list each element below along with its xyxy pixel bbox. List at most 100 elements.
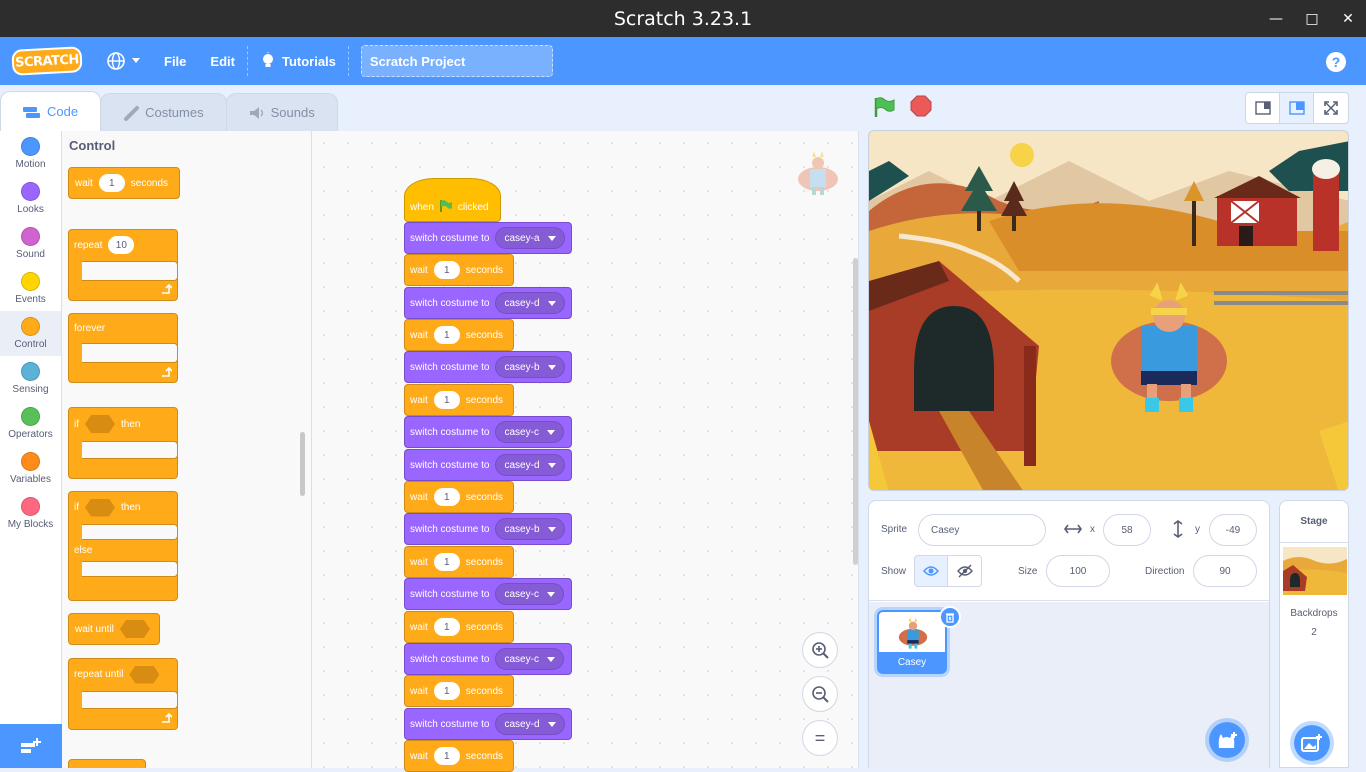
wait-seconds-input[interactable]: 1 [98, 174, 125, 192]
workspace-scrollbar[interactable] [853, 258, 858, 565]
help-icon[interactable]: ? [1326, 52, 1346, 72]
category-variables[interactable]: Variables [0, 446, 61, 491]
x-input[interactable]: 58 [1103, 514, 1151, 546]
tab-code[interactable]: Code [0, 91, 102, 131]
green-flag-icon[interactable] [872, 95, 896, 119]
sprite-info-panel: Sprite Casey x 58 y -49 Show Size 100 Di… [868, 500, 1270, 768]
switch-costume-block[interactable]: switch costume to casey-b [404, 513, 572, 545]
condition-slot[interactable] [85, 415, 115, 433]
switch-costume-block[interactable]: switch costume to casey-b [404, 351, 572, 383]
language-menu[interactable] [94, 37, 152, 85]
stop-icon[interactable] [910, 95, 932, 117]
small-stage-button[interactable] [1246, 93, 1280, 123]
repeat-count-input[interactable]: 10 [108, 236, 135, 254]
loop-arrow-icon [162, 283, 172, 294]
wait-seconds-input[interactable]: 1 [433, 553, 460, 571]
category-sound[interactable]: Sound [0, 221, 61, 266]
block-label: then [121, 418, 141, 430]
file-menu[interactable]: File [152, 37, 198, 85]
switch-costume-block[interactable]: switch costume to casey-c [404, 416, 572, 448]
condition-slot[interactable] [85, 498, 115, 517]
palette-block-partial[interactable] [68, 759, 146, 768]
wait-block[interactable]: wait 1 seconds [404, 611, 514, 643]
costume-dropdown[interactable]: casey-d [495, 454, 565, 476]
script-workspace[interactable] [312, 131, 859, 768]
stage-selector[interactable]: Stage Backdrops 2 [1279, 500, 1349, 768]
stage-canvas[interactable] [868, 130, 1349, 491]
costume-dropdown[interactable]: casey-a [495, 227, 565, 249]
show-hidden-button[interactable] [948, 555, 982, 587]
project-title-input[interactable]: Scratch Project [360, 45, 553, 77]
show-visible-button[interactable] [914, 555, 948, 587]
costume-dropdown[interactable]: casey-c [495, 583, 564, 605]
zoom-out-button[interactable] [802, 676, 838, 712]
wait-seconds-input[interactable]: 1 [433, 326, 460, 344]
category-control[interactable]: Control [0, 311, 61, 356]
show-label: Show [881, 566, 907, 577]
palette-scrollbar[interactable] [300, 432, 305, 496]
switch-costume-block[interactable]: switch costume to casey-c [404, 578, 572, 610]
y-input[interactable]: -49 [1209, 514, 1257, 546]
category-motion[interactable]: Motion [0, 131, 61, 176]
wait-block[interactable]: wait 1 seconds [404, 740, 514, 772]
switch-costume-block[interactable]: switch costume to casey-d [404, 449, 572, 481]
size-input[interactable]: 100 [1046, 555, 1110, 587]
zoom-in-button[interactable] [802, 632, 838, 668]
wait-seconds-input[interactable]: 1 [433, 618, 460, 636]
direction-input[interactable]: 90 [1193, 555, 1257, 587]
costume-dropdown[interactable]: casey-d [495, 713, 565, 735]
condition-slot[interactable] [119, 620, 150, 638]
costume-dropdown[interactable]: casey-c [495, 648, 564, 670]
wait-block[interactable]: wait 1 seconds [404, 384, 514, 416]
costume-dropdown[interactable]: casey-b [495, 518, 565, 540]
delete-sprite-button[interactable] [939, 606, 961, 628]
block-label: seconds [130, 177, 169, 189]
block-label: wait [410, 264, 428, 276]
wait-block[interactable]: wait 1 seconds [404, 254, 514, 286]
category-operators[interactable]: Operators [0, 401, 61, 446]
category-my-blocks[interactable]: My Blocks [0, 491, 61, 536]
close-button[interactable]: ✕ [1330, 11, 1366, 27]
costume-dropdown[interactable]: casey-b [495, 356, 565, 378]
zoom-reset-button[interactable]: = [802, 720, 838, 756]
wait-until-block[interactable]: wait until [68, 613, 160, 645]
wait-block[interactable]: wait 1 seconds [68, 167, 180, 199]
category-label: Events [15, 294, 46, 305]
wait-block[interactable]: wait 1 seconds [404, 546, 514, 578]
block-label: wait [410, 621, 428, 633]
wait-block[interactable]: wait 1 seconds [404, 481, 514, 513]
when-flag-clicked-block[interactable]: when clicked [404, 178, 501, 222]
switch-costume-block[interactable]: switch costume to casey-c [404, 643, 572, 675]
scratch-logo[interactable]: SCRATCH [11, 46, 83, 76]
sprite-name-input[interactable]: Casey [918, 514, 1046, 546]
tab-sounds[interactable]: Sounds [225, 93, 338, 131]
wait-seconds-input[interactable]: 1 [433, 682, 460, 700]
condition-slot[interactable] [129, 665, 160, 684]
category-looks[interactable]: Looks [0, 176, 61, 221]
sprite-thumbnail[interactable]: Casey [877, 606, 961, 674]
large-stage-button[interactable] [1280, 93, 1314, 123]
maximize-button[interactable]: □ [1294, 11, 1330, 27]
add-backdrop-button[interactable] [1290, 721, 1334, 765]
tab-costumes[interactable]: Costumes [100, 93, 227, 131]
menu-bar: SCRATCH File Edit Tutorials Scratch Proj… [0, 37, 1366, 85]
wait-block[interactable]: wait 1 seconds [404, 675, 514, 707]
switch-costume-block[interactable]: switch costume to casey-d [404, 708, 572, 740]
switch-costume-block[interactable]: switch costume to casey-a [404, 222, 572, 254]
fullscreen-button[interactable] [1314, 93, 1348, 123]
category-sensing[interactable]: Sensing [0, 356, 61, 401]
wait-seconds-input[interactable]: 1 [433, 391, 460, 409]
wait-seconds-input[interactable]: 1 [433, 488, 460, 506]
tutorials-menu[interactable]: Tutorials [248, 37, 348, 85]
costume-dropdown[interactable]: casey-c [495, 421, 564, 443]
costume-dropdown[interactable]: casey-d [495, 292, 565, 314]
edit-menu[interactable]: Edit [198, 37, 247, 85]
wait-seconds-input[interactable]: 1 [433, 747, 460, 765]
switch-costume-block[interactable]: switch costume to casey-d [404, 287, 572, 319]
wait-seconds-input[interactable]: 1 [433, 261, 460, 279]
add-sprite-button[interactable] [1205, 718, 1249, 762]
wait-block[interactable]: wait 1 seconds [404, 319, 514, 351]
add-extension-button[interactable] [0, 724, 62, 768]
minimize-button[interactable]: — [1258, 11, 1294, 27]
category-events[interactable]: Events [0, 266, 61, 311]
